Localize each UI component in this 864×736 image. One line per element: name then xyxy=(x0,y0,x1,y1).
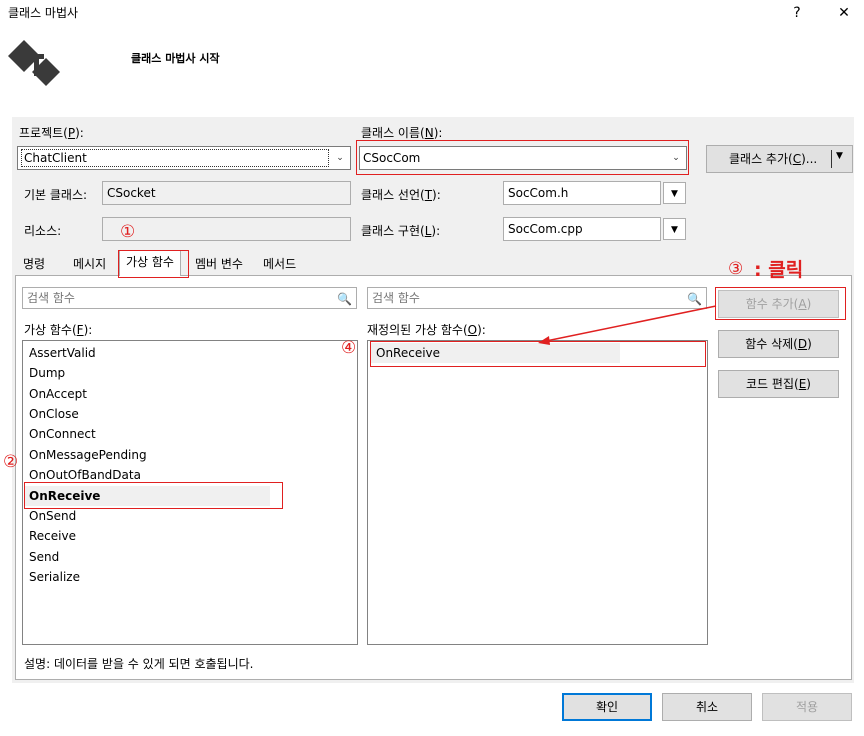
annotation-arrow xyxy=(538,305,717,345)
description-text: 설명: 데이터를 받을 수 있게 되면 호출됩니다. xyxy=(24,657,254,671)
apply-button[interactable]: 적용 xyxy=(762,693,852,721)
cancel-button[interactable]: 취소 xyxy=(662,693,752,721)
ok-button[interactable]: 확인 xyxy=(562,693,652,721)
